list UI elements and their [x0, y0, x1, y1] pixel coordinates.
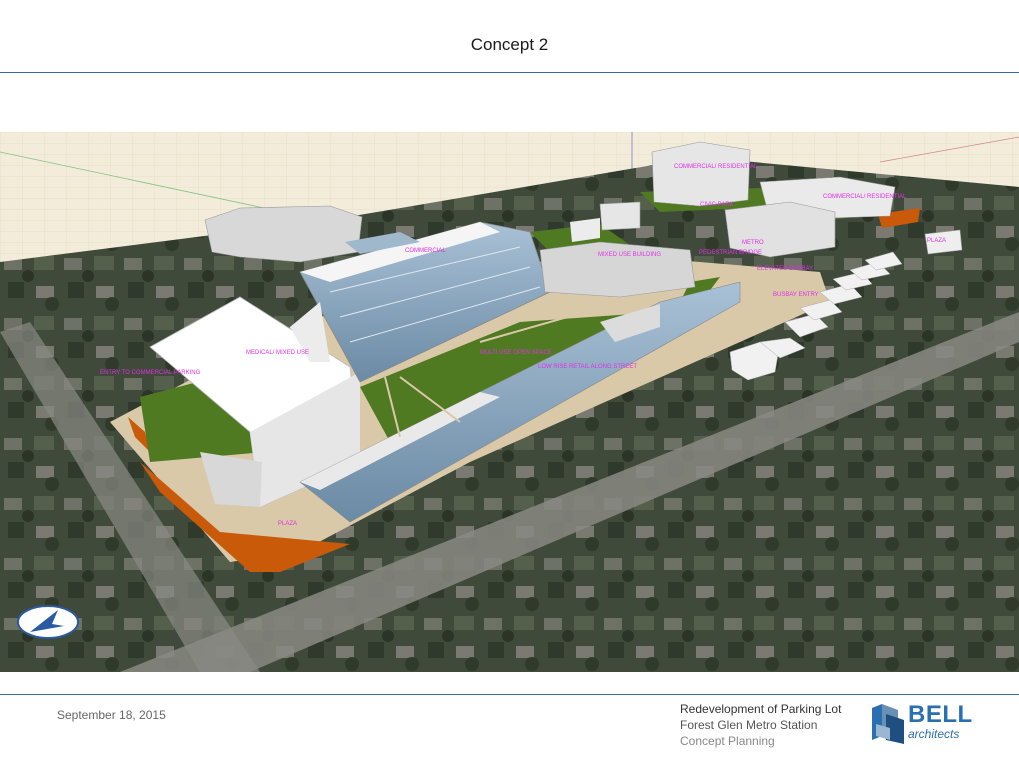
site-model-rendering: COMMERCIAL/ RESIDENTIAL COMMERCIAL/ RESI… — [0, 132, 1019, 672]
label-plaza-east: PLAZA — [927, 238, 946, 244]
footer-rule — [0, 694, 1019, 695]
slide-title: Concept 2 — [470, 35, 549, 54]
project-location: Forest Glen Metro Station — [680, 718, 818, 732]
label-metro: METRO — [742, 240, 764, 246]
header-rule — [0, 72, 1019, 73]
label-mixed-use-building: MIXED USE BUILDING — [598, 252, 661, 258]
label-commercial-residential: COMMERCIAL/ RESIDENTIAL — [674, 164, 758, 170]
project-title: Redevelopment of Parking Lot — [680, 702, 842, 716]
label-commercial: COMMERCIAL — [405, 248, 446, 254]
label-commercial-residential-text: COMMERCIAL/ RESIDENTIAL — [674, 164, 758, 170]
compass-north-icon[interactable] — [17, 605, 79, 639]
label-medical-mixed-use: MEDICAL/ MIXED USE — [246, 350, 309, 356]
bell-architects-logo: BELL architects — [868, 700, 978, 746]
presentation-date: September 18, 2015 — [57, 708, 166, 722]
label-elevated-busbay: ELEVATED BUSBAY — [757, 266, 813, 272]
mixed-use-building — [539, 241, 696, 298]
logo-name: BELL — [908, 701, 973, 728]
label-pedestrian-bridge: PEDESTRIAN BRIDGE — [699, 250, 762, 256]
project-info: Redevelopment of Parking Lot Forest Glen… — [680, 701, 841, 749]
label-plaza: PLAZA — [278, 521, 297, 527]
logo-subtitle: architects — [908, 727, 960, 741]
commercial-residential-towers — [651, 141, 751, 207]
label-low-rise-retail: LOW RISE RETAIL ALONG STREET — [538, 364, 637, 370]
label-multi-use-open-space: MULTI USE OPEN SPACE — [480, 350, 552, 356]
existing-buildings-west — [204, 205, 363, 263]
label-entry-commercial-parking: ENTRY TO COMMERCIAL PARKING — [100, 370, 201, 376]
label-civic-park: CIVIC PARK — [700, 202, 734, 208]
bell-logo-mark-icon — [872, 704, 904, 744]
label-commercial-residential-east: COMMERCIAL/ RESIDENTIAL — [823, 194, 907, 200]
project-phase: Concept Planning — [680, 734, 775, 748]
label-busbay-entry: BUSBAY ENTRY — [773, 292, 819, 298]
